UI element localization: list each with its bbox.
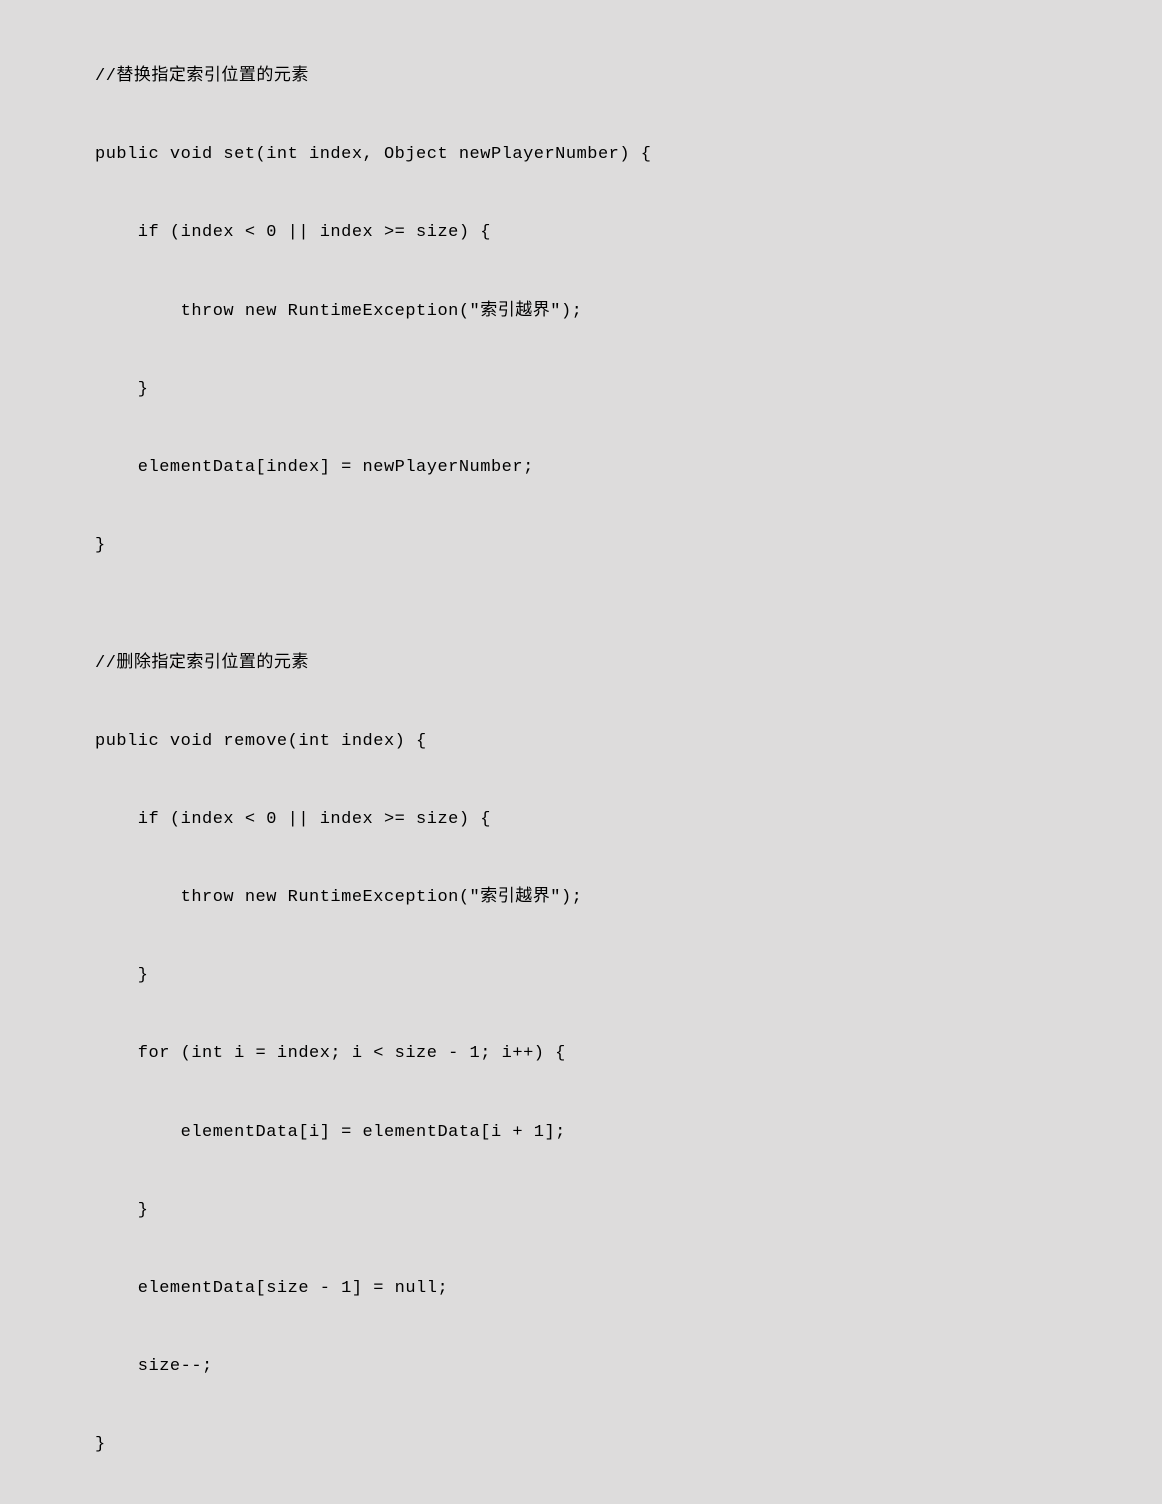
code-line: }: [95, 526, 1162, 565]
code-line: if (index < 0 || index >= size) {: [95, 213, 1162, 252]
code-line: public void set(int index, Object newPla…: [95, 135, 1162, 174]
code-line: }: [95, 370, 1162, 409]
code-snippet: //替换指定索引位置的元素 public void set(int index,…: [95, 18, 1162, 1504]
code-line: //替换指定索引位置的元素: [95, 57, 1162, 96]
code-line: elementData[index] = newPlayerNumber;: [95, 448, 1162, 487]
code-line: public void remove(int index) {: [95, 722, 1162, 761]
code-line: }: [95, 1191, 1162, 1230]
code-line: //删除指定索引位置的元素: [95, 644, 1162, 683]
code-line: elementData[size - 1] = null;: [95, 1269, 1162, 1308]
code-line: size--;: [95, 1347, 1162, 1386]
code-line: throw new RuntimeException("索引越界");: [95, 878, 1162, 917]
code-line: }: [95, 956, 1162, 995]
code-line: }: [95, 1425, 1162, 1464]
code-line: if (index < 0 || index >= size) {: [95, 800, 1162, 839]
code-line: elementData[i] = elementData[i + 1];: [95, 1113, 1162, 1152]
code-line: for (int i = index; i < size - 1; i++) {: [95, 1034, 1162, 1073]
code-line: throw new RuntimeException("索引越界");: [95, 292, 1162, 331]
